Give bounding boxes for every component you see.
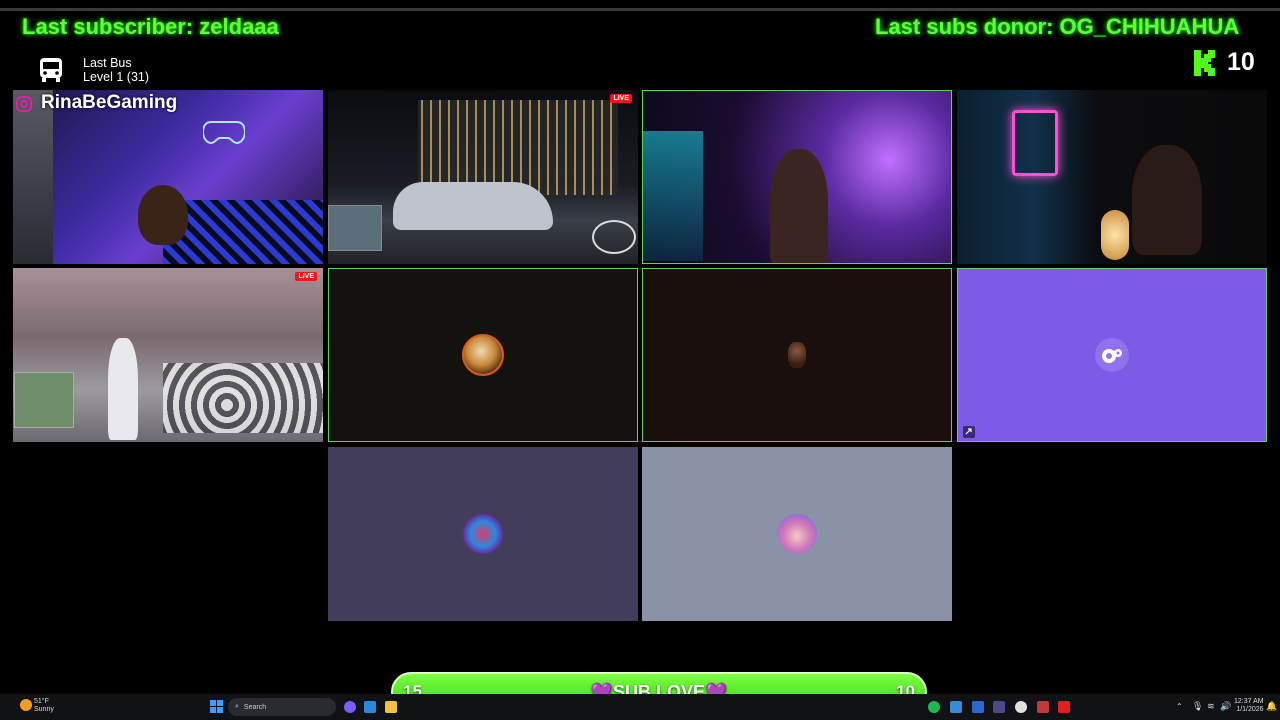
stream-tile-gta-interior[interactable]: LIVE <box>13 268 323 442</box>
taskbar-search[interactable]: ⌕ Search <box>228 698 336 716</box>
notification-icon[interactable]: 🔔 <box>1266 701 1277 712</box>
app-icon-3[interactable] <box>950 701 962 713</box>
weather-widget[interactable]: 51°F Sunny <box>34 698 54 714</box>
bus-level: Level 1 (31) <box>83 70 150 84</box>
search-placeholder: Search <box>243 703 267 711</box>
live-badge: LIVE <box>610 94 632 103</box>
lotto-avatar-icon <box>788 342 806 368</box>
speedometer <box>592 220 636 254</box>
last-subs-donor-banner: Last subs donor: OG_CHIHUAHUA <box>875 14 1240 39</box>
gamepad-neon-icon <box>203 121 245 144</box>
kick-count: 10 <box>1227 48 1255 76</box>
stream-tile-gta-city[interactable]: LIVE <box>328 90 638 264</box>
stream-tile-avatar-cartoon[interactable] <box>642 447 952 621</box>
car <box>393 182 553 230</box>
weather-desc: Sunny <box>34 706 54 713</box>
stream-tile-pc-setup[interactable] <box>957 90 1267 264</box>
streamer-figure <box>770 149 828 263</box>
chevron-up-icon[interactable]: ⌃ <box>1176 702 1183 711</box>
file-explorer-icon[interactable] <box>385 701 397 713</box>
window-top-bar <box>0 8 1280 11</box>
city-buildings <box>418 100 618 195</box>
mic-icon[interactable]: 🎙 <box>1192 701 1203 712</box>
live-badge: LIVE <box>295 272 317 281</box>
og-avatar-icon <box>462 334 504 376</box>
window-blinds <box>13 90 53 264</box>
stream-tile-webcam-purple[interactable] <box>642 90 952 264</box>
stream-tile-avatar-settings[interactable] <box>957 268 1267 442</box>
lamp <box>1101 210 1129 260</box>
app-icon-5[interactable] <box>993 701 1005 713</box>
app-icon-1[interactable] <box>344 701 356 713</box>
minimap <box>328 205 382 251</box>
stream-tile-avatar-lips[interactable] <box>328 447 638 621</box>
search-icon: ⌕ <box>235 703 239 710</box>
app-icon-6[interactable] <box>1037 701 1049 713</box>
streamer-name: RinaBeGaming <box>41 92 178 113</box>
bus-icon <box>40 58 62 82</box>
taskbar-clock[interactable]: 12:37 AM 1/1/2026 <box>1234 698 1264 714</box>
bus-title: Last Bus <box>83 56 132 70</box>
clock-date: 1/1/2026 <box>1236 706 1264 713</box>
volume-icon[interactable]: 🔊 <box>1220 701 1231 712</box>
lips-avatar-icon <box>463 514 503 554</box>
clock-time: 12:37 AM <box>1234 698 1264 705</box>
windows-taskbar: 51°F Sunny ⌕ Search ⌃ 🎙 ≋ 🔊 12:37 AM 1/1… <box>0 694 1280 720</box>
wifi-icon[interactable]: ≋ <box>1207 701 1215 712</box>
last-subscriber-banner: Last subscriber: zeldaaa <box>22 14 279 39</box>
app-icon-7[interactable] <box>1058 701 1070 713</box>
app-icon-2[interactable] <box>364 701 376 713</box>
cyan-light <box>643 131 703 261</box>
stream-tile-avatar-lotto[interactable] <box>642 268 952 442</box>
gears-avatar-icon <box>1095 338 1129 372</box>
kick-logo-icon <box>1194 49 1215 76</box>
cartoon-avatar-icon <box>777 514 817 554</box>
streamer-figure <box>138 185 188 245</box>
spotify-icon[interactable] <box>928 701 940 713</box>
minimap <box>14 372 74 428</box>
app-icon-4[interactable] <box>972 701 984 713</box>
weather-icon[interactable] <box>20 699 32 711</box>
pc-case-lights <box>1012 110 1058 176</box>
last-bus-widget: Last Bus Level 1 (31) <box>36 55 149 85</box>
kick-counter: 10 <box>1193 48 1255 77</box>
screen-share-icon[interactable] <box>962 425 976 439</box>
streamer-figure <box>1132 145 1202 255</box>
instagram-icon <box>16 96 32 112</box>
stream-tile-avatar-og[interactable] <box>328 268 638 442</box>
weather-temp: 51°F <box>34 698 49 705</box>
player-character <box>108 338 138 440</box>
stream-tile-rinabegaming[interactable]: RinaBeGaming <box>13 90 323 264</box>
patterned-floor <box>163 363 323 433</box>
windows-start-icon[interactable] <box>210 700 223 713</box>
chrome-icon[interactable] <box>1015 701 1027 713</box>
